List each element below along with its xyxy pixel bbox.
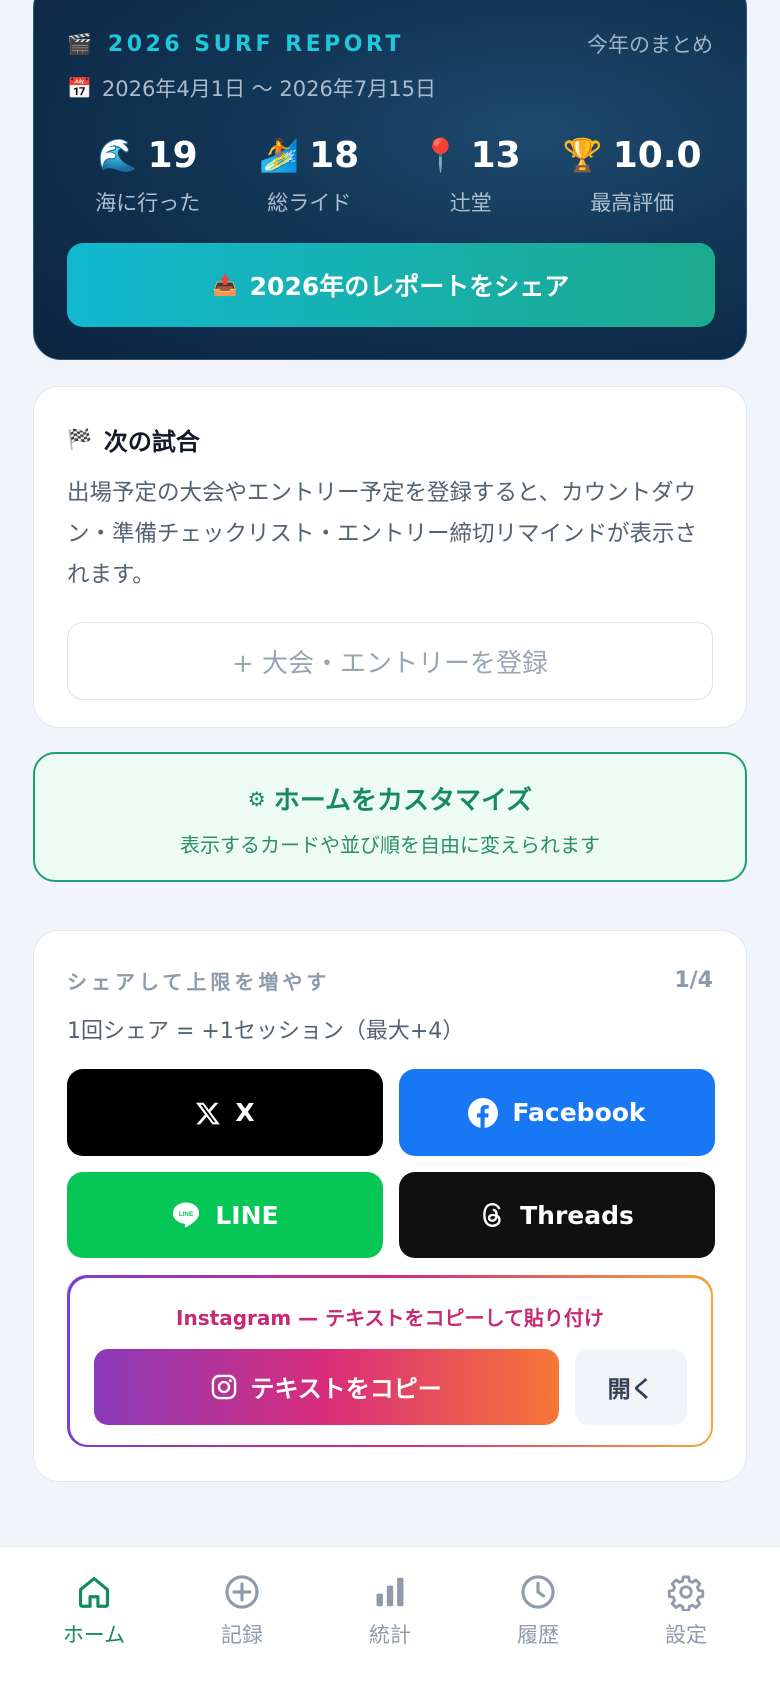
summary-label: 今年のまとめ xyxy=(587,33,713,57)
share-line-button[interactable]: LINE LINE xyxy=(67,1172,383,1258)
next-match-description: 出場予定の大会やエントリー予定を登録すると、カウントダウン・準備チェックリスト・… xyxy=(67,480,698,588)
plus-circle-icon xyxy=(225,1575,259,1609)
nav-item-settings[interactable]: 設定 xyxy=(626,1547,746,1688)
nav-item-record[interactable]: 記録 xyxy=(182,1547,302,1688)
stat-label: 辻堂 xyxy=(449,191,492,215)
nav-item-home[interactable]: ホーム xyxy=(34,1547,154,1688)
bottom-nav: ホーム 記録 統計 履歴 設定 xyxy=(0,1546,780,1688)
share-count: 1/4 xyxy=(674,967,713,993)
nav-label: 設定 xyxy=(665,1623,707,1647)
surf-report-card: 🎬 2026 SURF REPORT 今年のまとめ 📅 2026年4月1日 〜 … xyxy=(33,0,747,360)
customize-subtitle: 表示するカードや並び順を自由に変えられます xyxy=(180,833,600,857)
stat-label: 最高評価 xyxy=(590,191,675,215)
share-x-button[interactable]: X xyxy=(67,1069,383,1156)
stat-sessions: 🌊 19 海に行った xyxy=(67,133,229,217)
stat-value: 19 xyxy=(147,134,198,176)
line-logo-icon: LINE xyxy=(173,1202,200,1228)
stat-value: 18 xyxy=(309,134,360,176)
next-match-card: 🏁 次の試合 出場予定の大会やエントリー予定を登録すると、カウントダウン・準備チ… xyxy=(33,386,747,728)
wave-icon: 🌊 xyxy=(97,136,138,174)
gear-icon xyxy=(667,1575,705,1611)
add-entry-button[interactable]: + 大会・エントリーを登録 xyxy=(67,622,713,700)
clapperboard-icon: 🎬 xyxy=(67,32,92,56)
stat-value: 10.0 xyxy=(612,134,702,176)
next-match-title: 次の試合 xyxy=(103,427,200,456)
stat-label: 総ライド xyxy=(267,191,352,215)
nav-item-stats[interactable]: 統計 xyxy=(330,1547,450,1688)
nav-label: 履歴 xyxy=(517,1623,559,1647)
share-description: 1回シェア = +1セッション（最大+4） xyxy=(67,1019,465,1044)
nav-label: 記録 xyxy=(221,1623,263,1647)
share-threads-label: Threads xyxy=(520,1200,634,1230)
stat-rides: 🏄 18 総ライド xyxy=(229,133,391,217)
share-line-label: LINE xyxy=(215,1200,279,1230)
share-facebook-label: Facebook xyxy=(512,1098,646,1127)
share-card: シェアして上限を増やす 1/4 1回シェア = +1セッション（最大+4） X … xyxy=(33,930,747,1482)
copy-text-label: テキストをコピー xyxy=(250,1375,442,1403)
share-facebook-button[interactable]: Facebook xyxy=(399,1069,715,1156)
instagram-title: Instagram — テキストをコピーして貼り付け xyxy=(176,1305,604,1330)
open-instagram-button[interactable]: 開く xyxy=(574,1348,687,1425)
share-report-button[interactable]: 📤 2026年のレポートをシェア xyxy=(67,243,715,327)
nav-label: 統計 xyxy=(369,1623,411,1647)
pin-icon: 📍 xyxy=(420,136,461,174)
threads-logo-icon xyxy=(483,1203,501,1227)
bar-chart-icon xyxy=(376,1577,404,1607)
stat-best-rating: 🏆 10.0 最高評価 xyxy=(552,133,714,217)
surfer-icon: 🏄 xyxy=(259,136,300,174)
home-icon xyxy=(78,1576,110,1608)
stat-label: 海に行った xyxy=(95,191,201,215)
stat-top-spot: 📍 13 辻堂 xyxy=(390,133,552,217)
instagram-share-box: Instagram — テキストをコピーして貼り付け テキストをコピー 開く xyxy=(67,1275,713,1447)
report-period: 2026年4月1日 〜 2026年7月15日 xyxy=(101,77,436,101)
outbox-icon: 📤 xyxy=(212,273,238,297)
clock-icon xyxy=(521,1575,555,1609)
copy-text-button[interactable]: テキストをコピー xyxy=(93,1348,559,1425)
svg-text:LINE: LINE xyxy=(179,1211,193,1218)
share-report-label: 2026年のレポートをシェア xyxy=(249,272,570,301)
share-x-label: X xyxy=(235,1098,255,1127)
share-threads-button[interactable]: Threads xyxy=(399,1172,715,1258)
gear-icon: ⚙ xyxy=(247,786,266,811)
share-title: シェアして上限を増やす xyxy=(67,969,331,994)
calendar-icon: 📅 xyxy=(67,76,92,100)
stats-row: 🌊 19 海に行った 🏄 18 総ライド 📍 13 辻堂 🏆 10.0 最高評価 xyxy=(67,133,713,217)
facebook-logo-icon xyxy=(468,1097,499,1128)
instagram-logo-icon xyxy=(212,1374,237,1399)
report-tag: 2026 SURF REPORT xyxy=(107,31,404,57)
nav-label: ホーム xyxy=(62,1623,126,1647)
stat-value: 13 xyxy=(470,134,521,176)
customize-title: ホームをカスタマイズ xyxy=(273,786,533,816)
checkered-flag-icon: 🏁 xyxy=(67,427,92,451)
customize-home-card[interactable]: ⚙ ホームをカスタマイズ 表示するカードや並び順を自由に変えられます xyxy=(33,752,747,882)
nav-item-history[interactable]: 履歴 xyxy=(478,1547,598,1688)
trophy-icon: 🏆 xyxy=(562,136,603,174)
x-logo-icon xyxy=(196,1102,221,1124)
